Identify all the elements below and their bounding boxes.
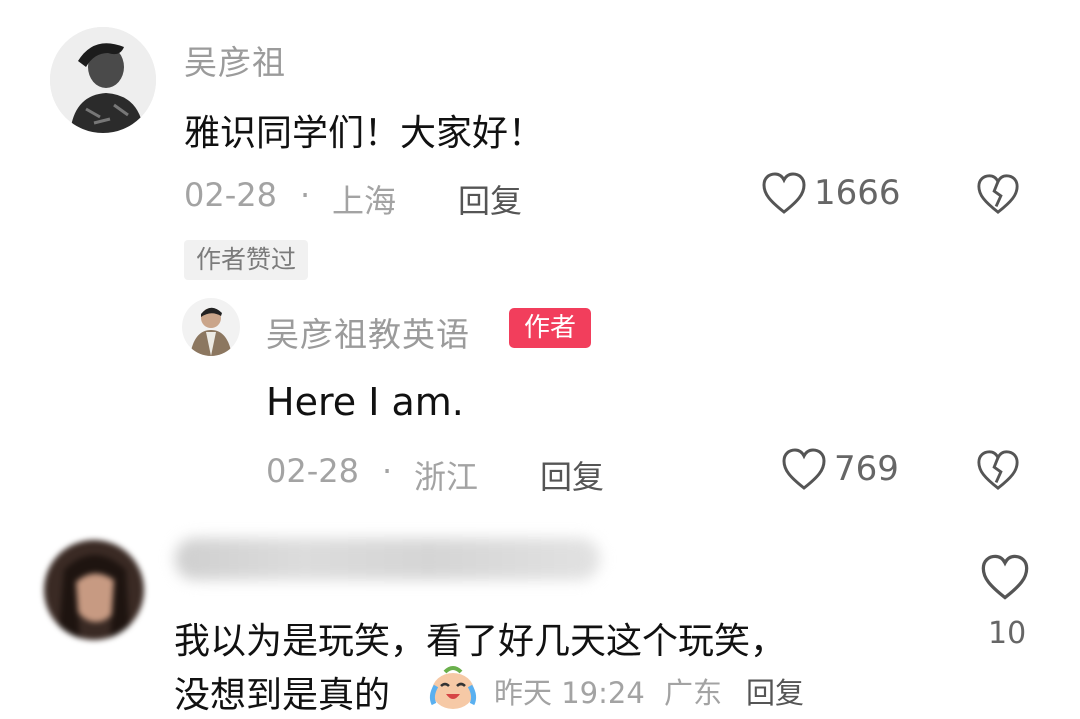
comment-text-line2: 没想到是真的: [174, 675, 391, 716]
reply-button[interactable]: 回复: [540, 452, 604, 498]
crying-laughing-emoji-icon: [426, 664, 480, 712]
comment-location: 上海: [332, 182, 397, 220]
reply-text: Here I am.: [266, 380, 464, 424]
reply-button[interactable]: 回复: [458, 176, 522, 222]
author-liked-tag: 作者赞过: [184, 240, 309, 280]
comment-text: 雅识同学们！大家好！: [184, 113, 545, 154]
author-badge: 作者: [509, 308, 591, 348]
reply-username[interactable]: 吴彦祖教英语: [266, 308, 470, 356]
avatar[interactable]: [182, 298, 240, 356]
comment-text-line1: 我以为是玩笑，看了好几天这个玩笑，: [174, 621, 787, 662]
separator-dot: ·: [382, 452, 393, 490]
comment-time: 昨天 19:24: [494, 676, 645, 710]
separator-dot: ·: [300, 176, 311, 214]
comment-location: 广东: [664, 676, 723, 710]
username[interactable]: 吴彦祖: [184, 36, 286, 84]
heart-outline-icon[interactable]: [979, 552, 1031, 602]
like-button[interactable]: 769: [780, 446, 899, 492]
reply-button[interactable]: 回复: [746, 670, 804, 712]
like-count: 1666: [814, 173, 901, 213]
heart-outline-icon: [760, 170, 808, 216]
avatar[interactable]: [44, 540, 144, 640]
username-blurred: [175, 538, 600, 580]
like-count: 769: [834, 449, 899, 489]
like-count: 10: [988, 616, 1027, 651]
broken-heart-icon[interactable]: [975, 172, 1021, 216]
heart-outline-icon: [780, 446, 828, 492]
broken-heart-icon[interactable]: [975, 448, 1021, 492]
reply-location: 浙江: [414, 458, 479, 496]
like-button[interactable]: 1666: [760, 170, 901, 216]
reply-date: 02-28: [266, 452, 359, 490]
avatar[interactable]: [50, 27, 156, 133]
comment-date: 02-28: [184, 176, 277, 214]
